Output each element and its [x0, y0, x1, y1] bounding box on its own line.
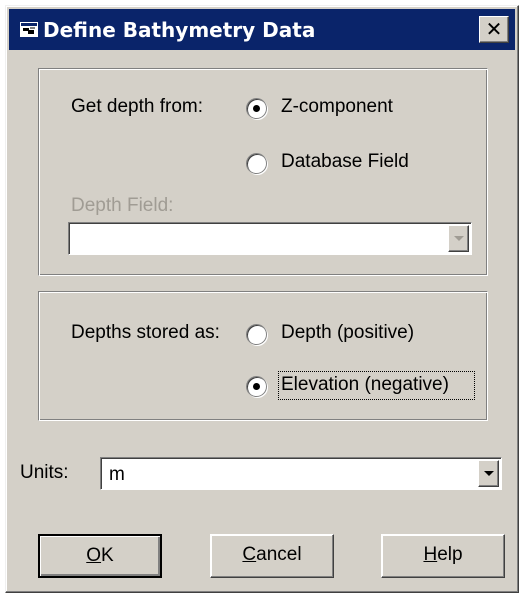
title-bar[interactable]: Define Bathymetry Data ✕	[9, 9, 515, 50]
radio-database-field[interactable]: Database Field	[245, 150, 455, 176]
database-field-label[interactable]: Database Field	[281, 150, 409, 174]
depth-positive-label[interactable]: Depth (positive)	[281, 321, 414, 345]
cancel-button[interactable]: Cancel	[210, 534, 334, 578]
z-component-label[interactable]: Z-component	[281, 95, 393, 119]
depth-field-dropdown[interactable]	[68, 222, 472, 255]
close-button[interactable]: ✕	[479, 16, 509, 43]
chevron-down-icon	[484, 471, 494, 476]
radio-button-depth-positive[interactable]	[246, 324, 267, 345]
radio-selected-dot	[253, 105, 260, 112]
depth-storage-group: Depths stored as: Depth (positive) Eleva…	[38, 291, 488, 421]
units-label: Units:	[20, 462, 69, 483]
radio-elevation-negative[interactable]: Elevation (negative)	[245, 371, 475, 400]
depth-source-group: Get depth from: Z-component Database Fie…	[38, 68, 488, 276]
help-button-label: Help	[423, 544, 463, 565]
get-depth-from-label: Get depth from:	[71, 96, 204, 117]
radio-depth-positive[interactable]: Depth (positive)	[245, 321, 445, 347]
chevron-down-icon	[454, 236, 464, 241]
elevation-negative-label[interactable]: Elevation (negative)	[281, 373, 449, 397]
ok-button[interactable]: OK	[38, 534, 162, 578]
radio-z-component[interactable]: Z-component	[245, 95, 425, 121]
units-dropdown[interactable]: m	[100, 457, 502, 490]
window-title: Define Bathymetry Data	[43, 18, 316, 42]
help-button[interactable]: Help	[381, 534, 505, 578]
cancel-button-label: Cancel	[242, 544, 302, 565]
define-bathymetry-dialog: Define Bathymetry Data ✕ Get depth from:…	[5, 5, 519, 593]
radio-button-z-component[interactable]	[246, 98, 267, 119]
units-value: m	[109, 464, 125, 485]
radio-selected-dot	[253, 383, 260, 390]
radio-button-elevation-negative[interactable]	[246, 376, 267, 397]
units-dropdown-button[interactable]	[478, 460, 499, 487]
app-window-icon	[20, 22, 38, 37]
depth-field-label: Depth Field:	[71, 195, 174, 216]
radio-button-database-field[interactable]	[246, 153, 267, 174]
depth-field-dropdown-button[interactable]	[448, 225, 469, 252]
depths-stored-as-label: Depths stored as:	[71, 322, 220, 343]
ok-button-label: OK	[86, 545, 114, 566]
close-icon: ✕	[485, 17, 503, 41]
